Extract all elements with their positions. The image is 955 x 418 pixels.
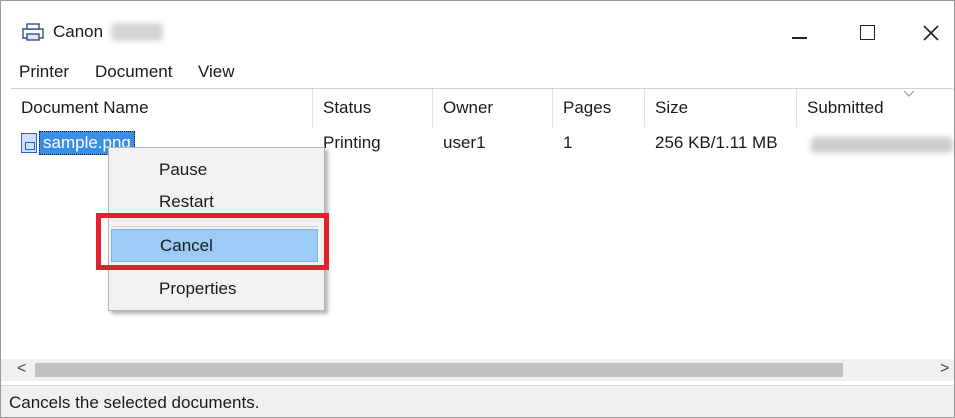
column-status[interactable]: Status <box>313 89 433 127</box>
horizontal-scrollbar[interactable] <box>1 359 954 381</box>
column-owner[interactable]: Owner <box>433 89 553 127</box>
menu-bar: Printer Document View <box>1 59 954 87</box>
menu-item-restart[interactable]: Restart <box>109 187 322 217</box>
column-submitted[interactable]: Submitted <box>797 89 953 127</box>
printer-icon <box>22 23 44 41</box>
minimize-button[interactable] <box>779 15 819 51</box>
column-document-name[interactable]: Document Name <box>11 89 313 127</box>
menu-printer[interactable]: Printer <box>15 62 73 82</box>
close-button[interactable] <box>911 15 951 51</box>
title-bar: Canon <box>1 1 954 59</box>
pause-label: Pause <box>159 160 208 179</box>
sort-chevron-icon <box>903 90 915 97</box>
window-title: Canon <box>53 22 104 41</box>
menu-view[interactable]: View <box>194 62 239 82</box>
menu-item-cancel[interactable]: Cancel <box>111 229 318 262</box>
cancel-label: Cancel <box>160 236 213 255</box>
menu-item-properties[interactable]: Properties <box>109 274 322 304</box>
size-cell: 256 KB/1.11 MB <box>655 133 778 152</box>
menu-document[interactable]: Document <box>91 62 176 82</box>
status-text: Cancels the selected documents. <box>9 393 260 412</box>
status-cell: Printing <box>323 133 381 152</box>
column-pages[interactable]: Pages <box>553 89 645 127</box>
document-icon <box>21 133 37 153</box>
redacted-submitted-cell <box>811 137 953 153</box>
scrollbar-thumb[interactable] <box>35 363 843 377</box>
close-icon <box>923 25 939 41</box>
owner-cell: user1 <box>443 133 486 152</box>
scroll-right-arrow-icon[interactable] <box>936 359 954 381</box>
column-size[interactable]: Size <box>645 89 797 127</box>
menu-separator <box>113 226 318 227</box>
column-header-row: Document Name Status Owner Pages Size Su… <box>11 89 953 127</box>
restart-label: Restart <box>159 192 214 211</box>
context-menu: Pause Restart Cancel Properties <box>108 147 325 311</box>
properties-label: Properties <box>159 279 237 298</box>
redacted-printer-name <box>111 23 163 41</box>
pages-cell: 1 <box>563 133 573 152</box>
maximize-button[interactable] <box>847 15 887 51</box>
menu-item-pause[interactable]: Pause <box>109 155 322 185</box>
scroll-left-arrow-icon[interactable] <box>13 359 31 381</box>
print-queue-window: Canon Printer Document View Document Nam… <box>0 0 955 418</box>
status-bar: Cancels the selected documents. <box>1 385 954 417</box>
